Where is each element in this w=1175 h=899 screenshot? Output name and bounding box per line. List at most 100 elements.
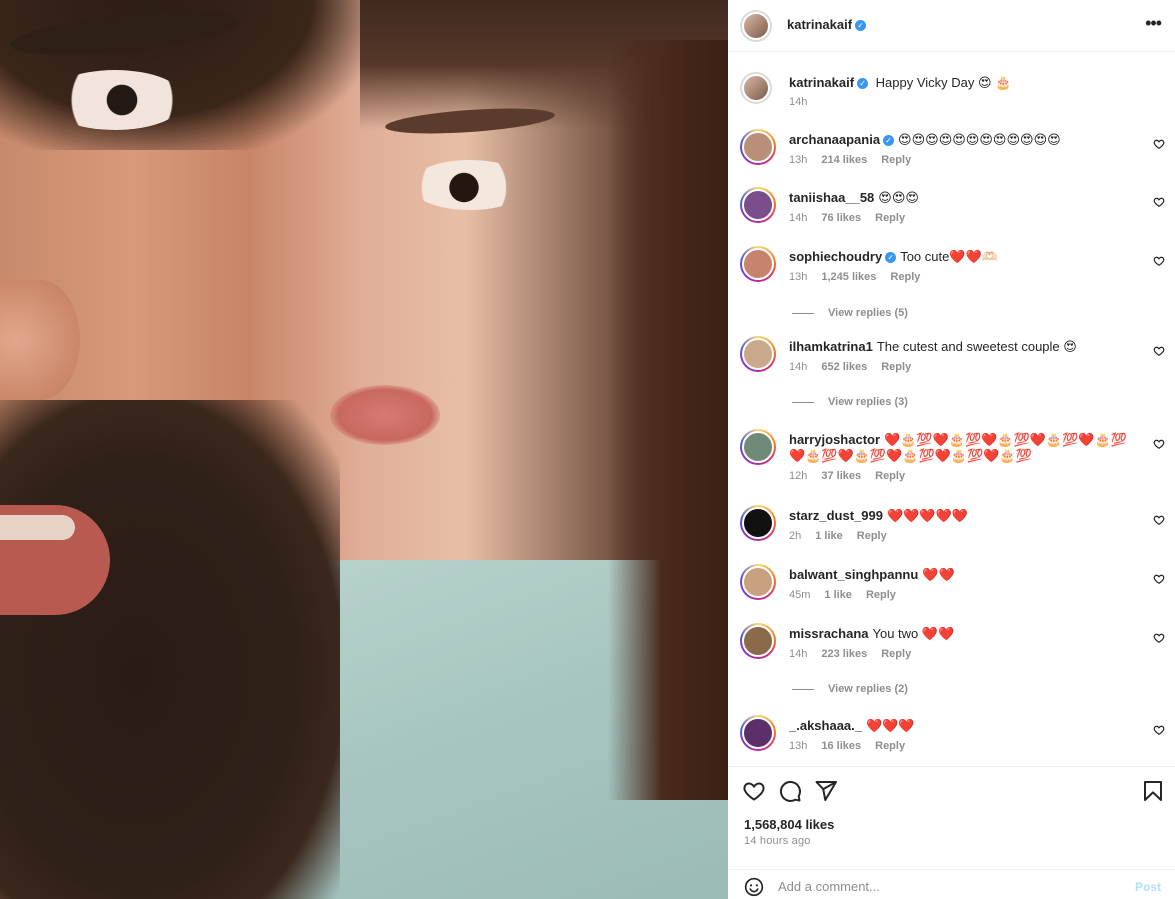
comment-username[interactable]: taniishaa__58 <box>789 190 874 205</box>
comment-time[interactable]: 45m <box>789 589 810 601</box>
view-replies-button[interactable]: View replies (3) <box>792 396 908 408</box>
comment-time[interactable]: 13h <box>789 154 807 166</box>
comment-time[interactable]: 2h <box>789 530 801 542</box>
bookmark-icon[interactable] <box>1141 779 1165 803</box>
comment-text: ilhamkatrina1 The cutest and sweetest cou… <box>789 339 1139 355</box>
like-comment-heart-icon[interactable] <box>1153 573 1165 585</box>
comment-username[interactable]: ilhamkatrina1 <box>789 339 873 354</box>
comment-username[interactable]: missrachana <box>789 626 869 641</box>
comment-meta: 45m 1 like Reply <box>789 589 910 601</box>
likes-total[interactable]: 1,568,804 likes <box>744 817 834 832</box>
avatar-image <box>742 189 774 221</box>
comment-username[interactable]: _.akshaaa._ <box>789 718 862 733</box>
commenter-avatar[interactable] <box>740 564 776 600</box>
reply-button[interactable]: Reply <box>881 648 911 660</box>
like-comment-heart-icon[interactable] <box>1153 514 1165 526</box>
commenter-avatar[interactable] <box>740 429 776 465</box>
reply-button[interactable]: Reply <box>875 212 905 224</box>
commenter-avatar[interactable] <box>740 505 776 541</box>
caption-avatar[interactable] <box>740 72 772 104</box>
reply-button[interactable]: Reply <box>875 740 905 752</box>
comment-meta: 14h 652 likes Reply <box>789 361 925 373</box>
comment-username[interactable]: sophiechoudry ✓ <box>789 249 897 264</box>
avatar-image <box>742 431 774 463</box>
more-options-icon[interactable]: ••• <box>1145 14 1162 32</box>
comment-likes[interactable]: 223 likes <box>821 648 867 660</box>
reply-button[interactable]: Reply <box>866 589 896 601</box>
comment-username[interactable]: archanaapania ✓ <box>789 132 895 147</box>
photo-shape <box>0 280 80 400</box>
comment-time[interactable]: 13h <box>789 740 807 752</box>
comment-likes[interactable]: 37 likes <box>821 470 861 482</box>
comment-text: sophiechoudry ✓ Too cute❤️❤️🫶🏻 <box>789 249 1139 265</box>
commenter-avatar[interactable] <box>740 623 776 659</box>
view-replies-label: View replies (3) <box>828 396 908 408</box>
like-comment-heart-icon[interactable] <box>1153 255 1165 267</box>
comment-text: _.akshaaa._ ❤️❤️❤️ <box>789 718 1139 734</box>
comment-time[interactable]: 14h <box>789 648 807 660</box>
comment-text: taniishaa__58 😍😍😍 <box>789 190 1139 206</box>
comment-likes[interactable]: 16 likes <box>821 740 861 752</box>
comment-time[interactable]: 14h <box>789 212 807 224</box>
commenter-avatar[interactable] <box>740 715 776 751</box>
view-replies-line <box>792 401 814 403</box>
comment-likes[interactable]: 76 likes <box>821 212 861 224</box>
like-comment-heart-icon[interactable] <box>1153 632 1165 644</box>
photo-shape <box>608 40 728 800</box>
comment-likes[interactable]: 1 like <box>824 589 852 601</box>
post-photo[interactable] <box>0 0 728 899</box>
like-comment-heart-icon[interactable] <box>1153 138 1165 150</box>
post-button[interactable]: Post <box>1135 880 1161 894</box>
post-header: katrinakaif ✓ ••• <box>728 0 1175 52</box>
verified-badge-icon: ✓ <box>855 20 867 32</box>
comment-text: balwant_singhpannu ❤️❤️ <box>789 567 1139 583</box>
comment-likes[interactable]: 214 likes <box>821 154 867 166</box>
commenter-avatar[interactable] <box>740 246 776 282</box>
comment-likes[interactable]: 1,245 likes <box>821 271 876 283</box>
comment-body: You two ❤️❤️ <box>872 626 955 641</box>
comment-time[interactable]: 14h <box>789 361 807 373</box>
action-bar: 1,568,804 likes 14 hours ago Post <box>728 766 1175 899</box>
comment-text: starz_dust_999 ❤️❤️❤️❤️❤️ <box>789 508 1139 524</box>
comment-likes[interactable]: 652 likes <box>821 361 867 373</box>
paper-plane-icon[interactable] <box>814 779 838 803</box>
comment-username[interactable]: harryjoshactor <box>789 432 880 447</box>
comments-list[interactable]: katrinakaif ✓ Happy Vicky Day 😍 🎂 14h arc… <box>728 52 1175 766</box>
reply-button[interactable]: Reply <box>857 530 887 542</box>
reply-button[interactable]: Reply <box>881 154 911 166</box>
caption-username[interactable]: katrinakaif ✓ <box>789 75 869 90</box>
comment-input[interactable] <box>778 875 1118 897</box>
view-replies-button[interactable]: View replies (2) <box>792 683 908 695</box>
author-username[interactable]: katrinakaif ✓ <box>787 17 867 32</box>
commenter-avatar[interactable] <box>740 336 776 372</box>
like-comment-heart-icon[interactable] <box>1153 438 1165 450</box>
comment-likes[interactable]: 1 like <box>815 530 843 542</box>
photo-shape <box>0 515 75 540</box>
comment-username[interactable]: starz_dust_999 <box>789 508 883 523</box>
photo-shape <box>0 400 340 899</box>
like-comment-heart-icon[interactable] <box>1153 724 1165 736</box>
comment-body: The cutest and sweetest couple 😍 <box>876 339 1077 354</box>
comment-meta: 14h 223 likes Reply <box>789 648 925 660</box>
comment-text: harryjoshactor ❤️🎂💯❤️🎂💯❤️🎂💯❤️🎂💯❤️🎂💯❤️🎂💯❤️… <box>789 432 1139 464</box>
view-replies-line <box>792 312 814 314</box>
comment-username[interactable]: balwant_singhpannu <box>789 567 918 582</box>
reply-button[interactable]: Reply <box>890 271 920 283</box>
heart-outline-icon[interactable] <box>742 779 766 803</box>
post-timestamp[interactable]: 14 hours ago <box>744 835 811 847</box>
commenter-avatar[interactable] <box>740 129 776 165</box>
like-comment-heart-icon[interactable] <box>1153 196 1165 208</box>
commenter-avatar[interactable] <box>740 187 776 223</box>
speech-bubble-icon[interactable] <box>778 779 802 803</box>
like-comment-heart-icon[interactable] <box>1153 345 1165 357</box>
comment-time[interactable]: 12h <box>789 470 807 482</box>
smiley-icon[interactable] <box>744 877 764 897</box>
comment-meta: 12h 37 likes Reply <box>789 470 919 482</box>
comment-body: 😍😍😍😍😍😍😍😍😍😍😍😍 <box>898 132 1061 147</box>
caption-body: Happy Vicky Day 😍 🎂 <box>875 75 1012 90</box>
reply-button[interactable]: Reply <box>881 361 911 373</box>
comment-time[interactable]: 13h <box>789 271 807 283</box>
view-replies-button[interactable]: View replies (5) <box>792 307 908 319</box>
author-avatar[interactable] <box>740 10 772 42</box>
reply-button[interactable]: Reply <box>875 470 905 482</box>
